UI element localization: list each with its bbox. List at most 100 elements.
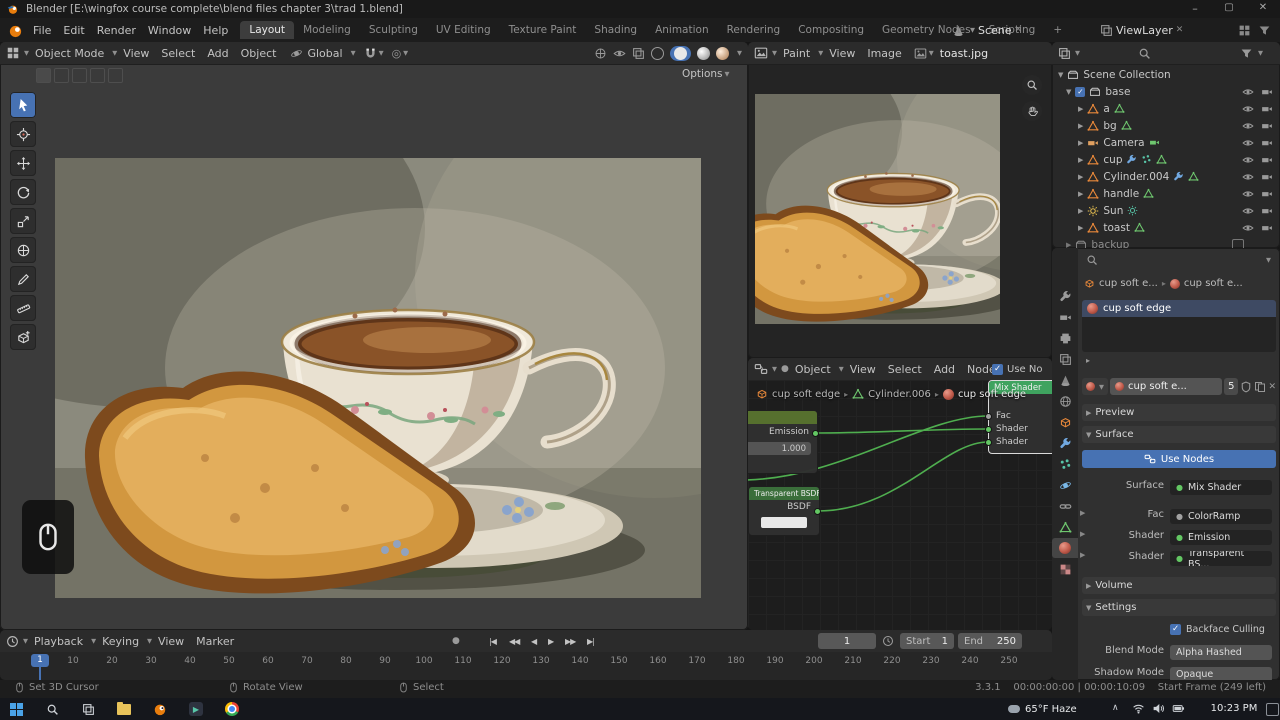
exclude-checkbox[interactable] — [1232, 238, 1244, 248]
fac-value-field[interactable]: ● ColorRamp — [1170, 509, 1272, 524]
playhead-line[interactable] — [39, 666, 41, 680]
menu-select[interactable]: Select — [155, 47, 201, 60]
backface-checkbox[interactable]: ✓ — [1170, 624, 1181, 635]
tray-expand-icon[interactable]: ∧ — [1112, 703, 1119, 713]
collection-checkbox[interactable]: ✓ — [1075, 86, 1086, 97]
menu-edit[interactable]: Edit — [57, 24, 90, 37]
task-view-button[interactable] — [80, 701, 96, 717]
tab-compositing[interactable]: Compositing — [789, 21, 873, 39]
row-label[interactable]: bg — [1103, 120, 1116, 132]
menu-render[interactable]: Render — [91, 24, 142, 37]
viewlayer-unlink-icon[interactable]: ✕ — [1176, 25, 1184, 35]
tool-rotate[interactable] — [10, 179, 36, 205]
editor-type-icon[interactable] — [1058, 47, 1071, 60]
tab-object-data[interactable] — [1052, 517, 1078, 537]
row-label[interactable]: a — [1103, 103, 1109, 115]
camera-icon[interactable] — [1261, 188, 1273, 200]
expand-icon[interactable]: ▶ — [1078, 173, 1083, 181]
xray-toggle-icon[interactable] — [632, 47, 645, 60]
camera-icon[interactable] — [1261, 120, 1273, 132]
node-emission-header[interactable]: Emission — [748, 411, 817, 424]
wifi-icon[interactable] — [1132, 702, 1145, 715]
outliner-row-object[interactable]: ▶ bg — [1052, 117, 1280, 134]
panel-preview[interactable]: ▶ Preview — [1082, 404, 1276, 421]
prev-keyframe-button[interactable]: ◀◀ — [504, 637, 524, 646]
maximize-button[interactable]: ▢ — [1214, 2, 1244, 13]
search-icon[interactable] — [1086, 254, 1098, 266]
paint-mask-face-icon[interactable] — [72, 68, 87, 83]
menu-file[interactable]: File — [27, 24, 57, 37]
start-button[interactable] — [8, 701, 24, 717]
camera-icon[interactable] — [1261, 137, 1273, 149]
transparent-color-swatch[interactable] — [761, 517, 807, 528]
material-name-field[interactable]: cup soft e... — [1110, 378, 1223, 395]
snap-magnet-icon[interactable] — [364, 47, 377, 60]
shading-wireframe-icon[interactable] — [651, 46, 664, 60]
paint-mask-vertex-icon[interactable] — [54, 68, 69, 83]
tab-world[interactable] — [1052, 391, 1078, 411]
shadow-mode-dropdown[interactable]: Opaque — [1170, 667, 1272, 680]
expand-icon[interactable]: ▶ — [1078, 224, 1083, 232]
outliner-row-backup[interactable]: ▶ backup — [1052, 236, 1280, 248]
viewlayer-selector[interactable]: ViewLayer ✕ — [1100, 24, 1183, 37]
start-frame-field[interactable]: Start 1 — [900, 633, 954, 649]
tab-animation[interactable]: Animation — [646, 21, 718, 39]
menu-window[interactable]: Window — [142, 24, 197, 37]
volume-icon[interactable] — [1152, 702, 1165, 715]
shader2-value-field[interactable]: ● Transparent BS... — [1170, 551, 1272, 566]
end-frame-field[interactable]: End 250 — [958, 633, 1022, 649]
playhead-badge[interactable]: 1 — [31, 654, 49, 667]
tab-modeling[interactable]: Modeling — [294, 21, 360, 39]
slot-specials-icon[interactable]: ▸ — [1086, 356, 1090, 365]
tab-uv-editing[interactable]: UV Editing — [427, 21, 500, 39]
socket-mix-shader2[interactable] — [985, 439, 992, 446]
fake-user-shield-icon[interactable] — [1240, 381, 1252, 393]
blend-mode-dropdown[interactable]: Alpha Hashed — [1170, 645, 1272, 660]
outliner-row-cup[interactable]: ▶ cup — [1052, 151, 1280, 168]
menu-view[interactable]: View — [117, 47, 155, 60]
camera-icon[interactable] — [1261, 205, 1273, 217]
socket-bsdf-out[interactable] — [814, 508, 821, 515]
blender-app-button[interactable] — [152, 701, 168, 717]
menu-add[interactable]: Add — [201, 47, 234, 60]
menu-object[interactable]: Object — [235, 47, 283, 60]
breadcrumb-mesh[interactable]: Cylinder.006 — [868, 389, 931, 400]
minimize-button[interactable]: – — [1180, 2, 1210, 15]
socket-mix-fac[interactable] — [985, 413, 992, 420]
row-label[interactable]: toast — [1103, 222, 1130, 234]
zoom-gizmo[interactable] — [1022, 75, 1042, 95]
row-label[interactable]: backup — [1091, 239, 1129, 249]
breadcrumb-material[interactable]: cup soft edge — [958, 389, 1026, 400]
tool-scale[interactable] — [10, 208, 36, 234]
menu-view[interactable]: View — [844, 363, 882, 376]
viewlayer-name[interactable]: ViewLayer — [1116, 24, 1173, 37]
outliner-row-scene-collection[interactable]: ▼ Scene Collection — [1052, 66, 1280, 83]
tool-cursor[interactable] — [10, 121, 36, 147]
row-label[interactable]: Cylinder.004 — [1103, 171, 1169, 183]
proportional-edit-icon[interactable]: ◎ — [392, 47, 402, 60]
image-view[interactable] — [755, 94, 1000, 324]
eye-icon[interactable] — [1242, 188, 1254, 200]
node-canvas[interactable]: Emission Emission Strength 1.000 Transpa… — [748, 380, 1052, 630]
blender-menu-icon[interactable] — [8, 23, 23, 38]
tab-particles[interactable] — [1052, 454, 1078, 474]
socket-emission-out[interactable] — [812, 430, 819, 437]
tab-scene[interactable] — [1052, 370, 1078, 390]
mode-selector[interactable]: Object Mode — [29, 47, 110, 60]
backface-culling-row[interactable]: ✓ Backface Culling — [1170, 624, 1265, 635]
action-center-icon[interactable] — [1266, 703, 1279, 716]
row-label[interactable]: Scene Collection — [1083, 69, 1170, 81]
outliner-row-handle[interactable]: ▶ handle — [1052, 185, 1280, 202]
material-slot-name[interactable]: cup soft edge — [1103, 303, 1171, 314]
expand-icon[interactable]: ▶ — [1066, 241, 1071, 249]
menu-view[interactable]: View — [823, 47, 861, 60]
menu-keying[interactable]: Keying — [96, 635, 145, 648]
show-gizmo-icon[interactable] — [594, 47, 607, 60]
taskbar-weather[interactable]: 65°F Haze — [1008, 698, 1077, 720]
row-label[interactable]: handle — [1103, 188, 1139, 200]
search-icon[interactable] — [1138, 47, 1151, 60]
mirror-y-icon[interactable] — [108, 68, 123, 83]
shading-rendered-icon[interactable] — [716, 46, 729, 60]
panel-surface[interactable]: ▼ Surface — [1082, 426, 1276, 443]
menu-playback[interactable]: Playback — [28, 635, 89, 648]
